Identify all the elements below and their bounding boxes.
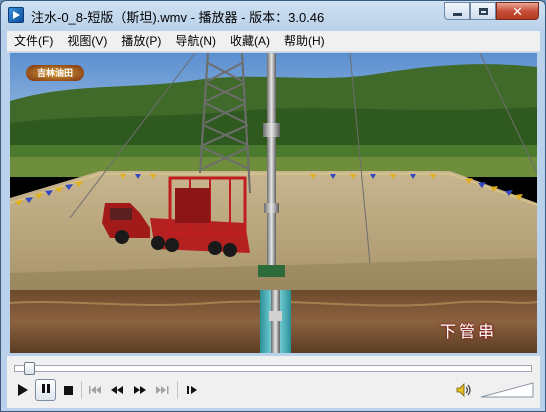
previous-button[interactable] — [86, 379, 104, 401]
frame-step-button[interactable] — [183, 379, 201, 401]
separator — [81, 381, 82, 399]
stop-icon — [63, 385, 73, 395]
minimize-icon — [452, 12, 462, 16]
rewind-icon — [111, 386, 123, 394]
title-bar[interactable]: 注水-0_8-短版（斯坦).wmv - 播放器 - 版本：3.0.46 ✕ — [1, 1, 545, 31]
stop-button[interactable] — [60, 379, 76, 401]
menu-navigate[interactable]: 导航(N) — [168, 31, 223, 51]
video-caption: 下管串 — [439, 324, 497, 341]
play-button[interactable] — [15, 379, 31, 401]
tubing-coupling — [264, 203, 279, 213]
window-title: 注水-0_8-短版（斯坦).wmv - 播放器 - 版本：3.0.46 — [31, 10, 325, 25]
fast-forward-button[interactable] — [131, 379, 149, 401]
menu-play[interactable]: 播放(P) — [114, 31, 168, 51]
skip-forward-icon — [155, 386, 168, 394]
pause-button[interactable] — [35, 379, 56, 401]
menu-file[interactable]: 文件(F) — [7, 31, 60, 51]
window-controls: ✕ — [444, 2, 539, 20]
play-icon — [18, 384, 28, 396]
fast-forward-icon — [134, 386, 146, 394]
speaker-icon — [456, 383, 471, 397]
downhole-tool — [269, 311, 282, 321]
minimize-button[interactable] — [444, 2, 470, 20]
separator — [177, 381, 178, 399]
player-window: 注水-0_8-短版（斯坦).wmv - 播放器 - 版本：3.0.46 ✕ 文件… — [0, 0, 546, 412]
app-icon[interactable] — [8, 7, 24, 23]
pause-icon — [41, 384, 51, 396]
video-scene — [10, 53, 537, 353]
maximize-icon — [478, 7, 488, 15]
next-button[interactable] — [153, 379, 171, 401]
frame-step-icon — [186, 386, 197, 394]
volume-slider[interactable] — [479, 381, 535, 399]
skip-back-icon — [88, 386, 101, 394]
video-frame[interactable]: 吉林油田 下管串 — [10, 53, 537, 353]
tubing-string — [267, 53, 276, 271]
transport-bar — [7, 356, 540, 408]
rewind-button[interactable] — [108, 379, 126, 401]
channel-logo: 吉林油田 — [26, 65, 84, 81]
maximize-button[interactable] — [470, 2, 496, 20]
seek-bar[interactable] — [14, 365, 532, 372]
close-button[interactable]: ✕ — [496, 2, 539, 20]
menu-bar: 文件(F) 视图(V) 播放(P) 导航(N) 收藏(A) 帮助(H) — [7, 31, 540, 52]
close-icon: ✕ — [512, 3, 523, 19]
tubing-collar — [263, 123, 280, 137]
menu-help[interactable]: 帮助(H) — [277, 31, 332, 51]
mute-button[interactable] — [455, 379, 473, 401]
menu-favorites[interactable]: 收藏(A) — [223, 31, 277, 51]
seek-thumb[interactable] — [24, 362, 36, 375]
wellhead — [258, 265, 285, 277]
downhole-tubing — [271, 290, 280, 353]
menu-view[interactable]: 视图(V) — [60, 31, 114, 51]
